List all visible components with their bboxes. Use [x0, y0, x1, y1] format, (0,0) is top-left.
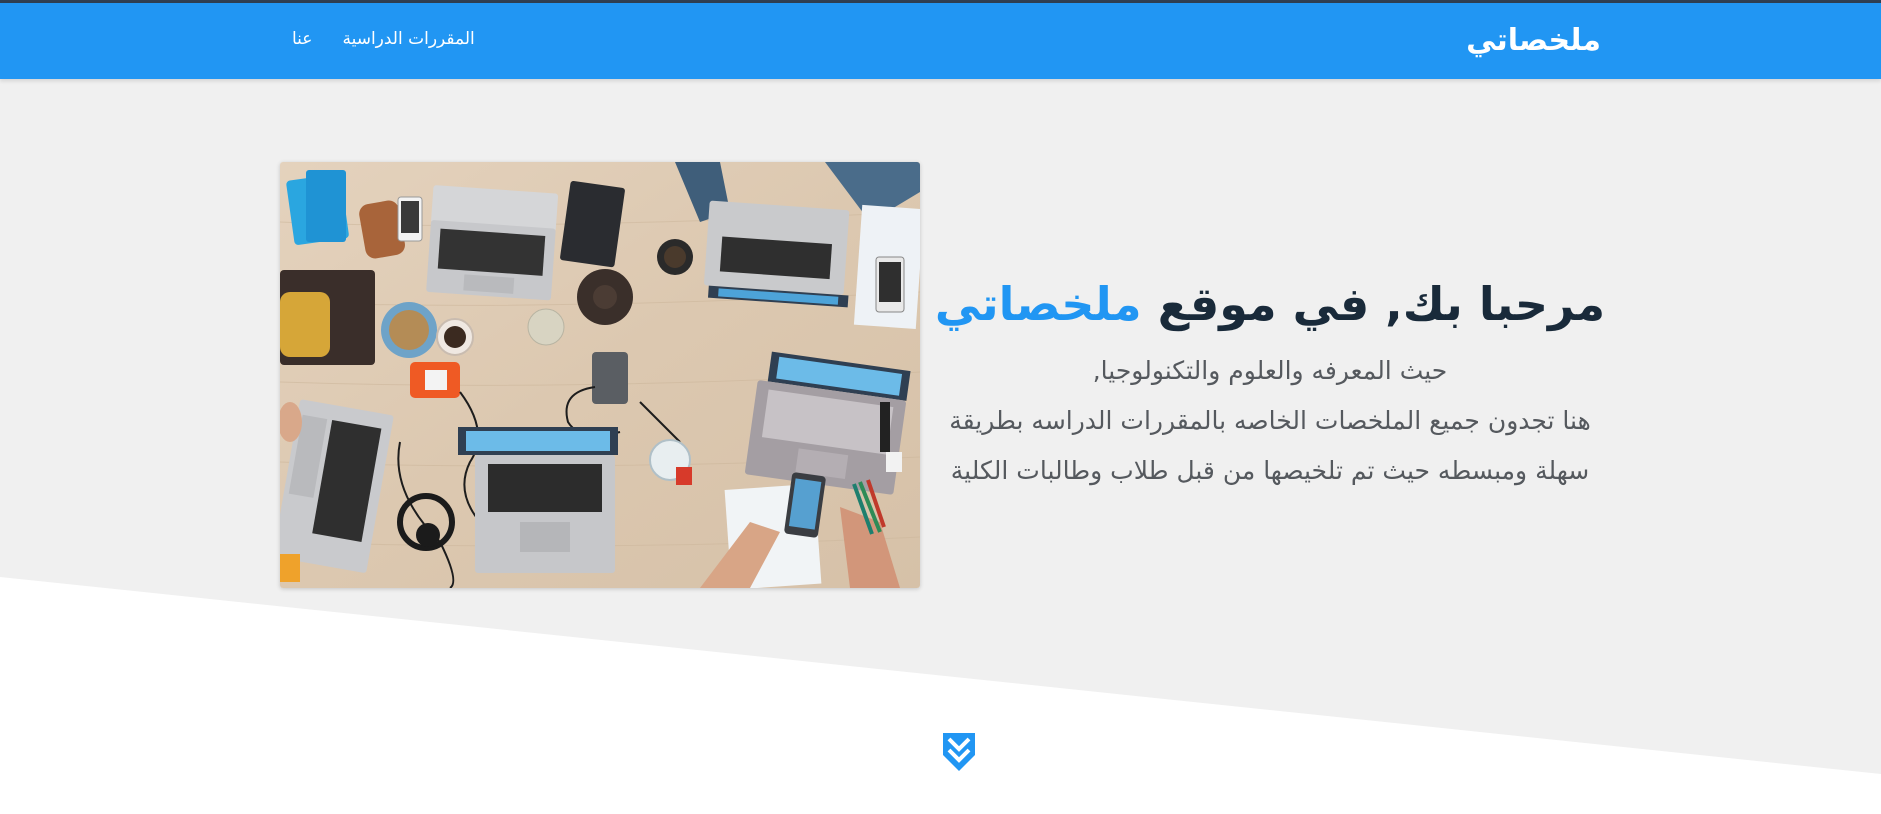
hero-text: مرحبا بك, في موقع ملخصاتي حيث المعرفه وا…	[930, 268, 1610, 496]
nav-links: عنا المقررات الدراسية	[292, 29, 475, 49]
workspace-photo	[280, 162, 920, 588]
hero-description: حيث المعرفه والعلوم والتكنولوجيا, هنا تج…	[930, 346, 1610, 496]
hero-description-line: هنا تجدون جميع الملخصات الخاصه بالمقررات…	[949, 406, 1591, 435]
hero-image	[280, 162, 920, 588]
hero-description-line: سهلة ومبسطه حيث تم تلخيصها من قبل طلاب و…	[950, 456, 1590, 485]
navbar: ملخصاتي عنا المقررات الدراسية	[0, 3, 1881, 79]
scroll-down-button[interactable]	[941, 731, 977, 773]
double-chevron-down-icon	[943, 733, 975, 771]
hero-description-line: حيث المعرفه والعلوم والتكنولوجيا,	[1092, 356, 1448, 385]
hero-title: مرحبا بك, في موقع ملخصاتي	[930, 268, 1610, 340]
nav-link-courses[interactable]: المقررات الدراسية	[342, 29, 474, 49]
hero-title-brand: ملخصاتي	[934, 277, 1142, 331]
hero-title-text: مرحبا بك, في موقع	[1157, 277, 1606, 331]
nav-link-about[interactable]: عنا	[292, 29, 312, 49]
brand-logo[interactable]: ملخصاتي	[1466, 23, 1601, 58]
